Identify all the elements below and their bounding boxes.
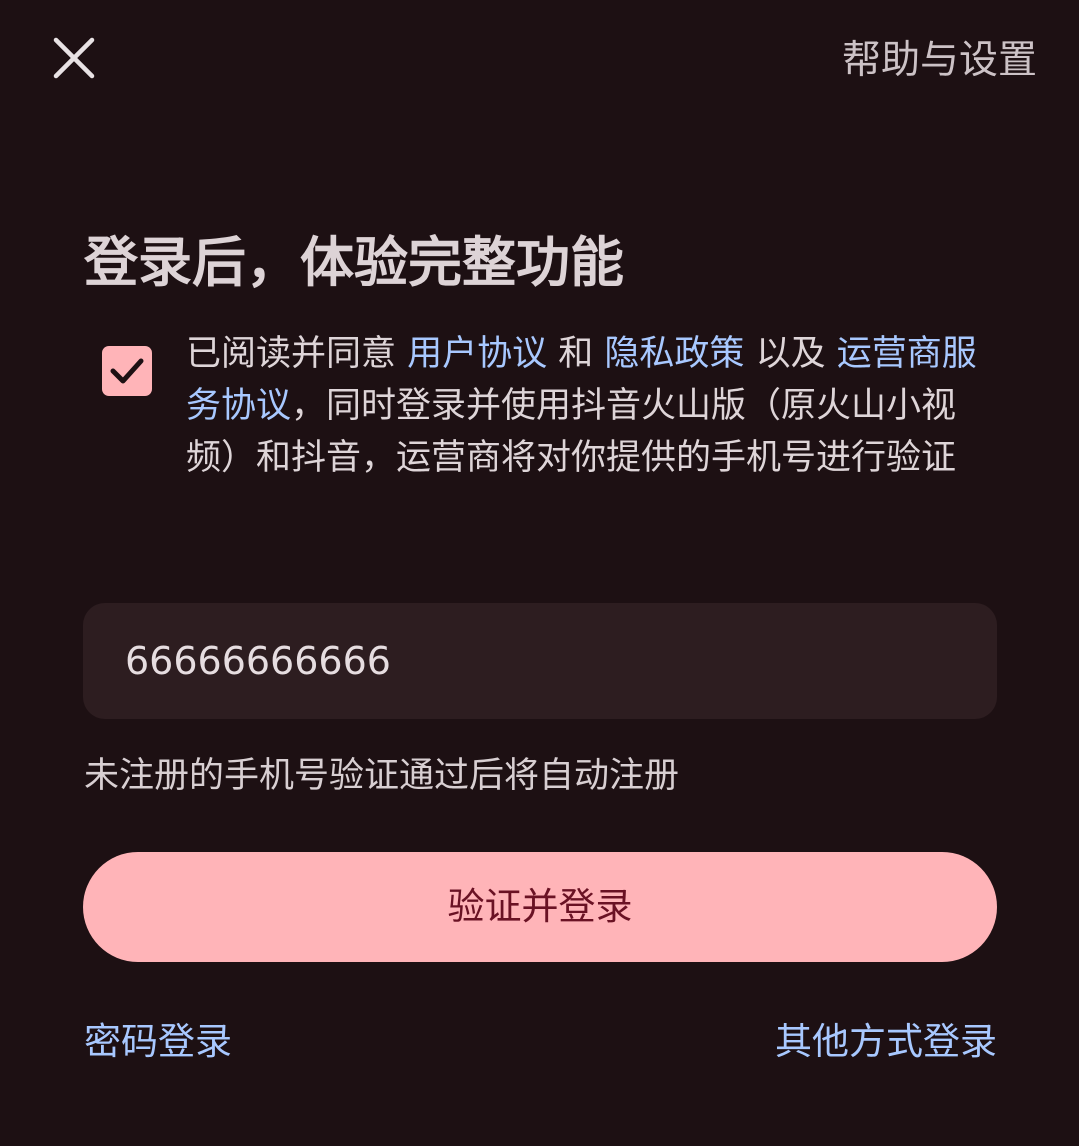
other-login-methods-link[interactable]: 其他方式登录: [775, 1016, 997, 1068]
user-agreement-link[interactable]: 用户协议: [407, 334, 547, 374]
checkmark-icon: [110, 358, 144, 384]
phone-number-input[interactable]: [125, 603, 955, 719]
agreement-text-part: 已阅读并同意: [186, 334, 408, 374]
close-button[interactable]: [52, 36, 96, 80]
auto-register-hint: 未注册的手机号验证通过后将自动注册: [84, 756, 680, 796]
agreement-text-part: ，同时登录并使用抖音火山版（原火山小视频）和抖音，运营商将对你提供的手机号进行验…: [186, 386, 957, 478]
help-settings-link[interactable]: 帮助与设置: [842, 36, 1037, 86]
agreement-text-part: 以及: [744, 334, 837, 374]
phone-number-field[interactable]: [83, 603, 997, 719]
privacy-policy-link[interactable]: 隐私政策: [604, 334, 744, 374]
agreement-text: 已阅读并同意 用户协议 和 隐私政策 以及 运营商服务协议，同时登录并使用抖音火…: [186, 328, 996, 484]
agreement-text-part: 和: [547, 334, 605, 374]
password-login-link[interactable]: 密码登录: [84, 1016, 232, 1068]
close-icon: [53, 37, 95, 79]
agreement-checkbox[interactable]: [102, 346, 152, 396]
verify-login-button[interactable]: 验证并登录: [83, 852, 997, 962]
page-title: 登录后，体验完整功能: [84, 231, 624, 294]
